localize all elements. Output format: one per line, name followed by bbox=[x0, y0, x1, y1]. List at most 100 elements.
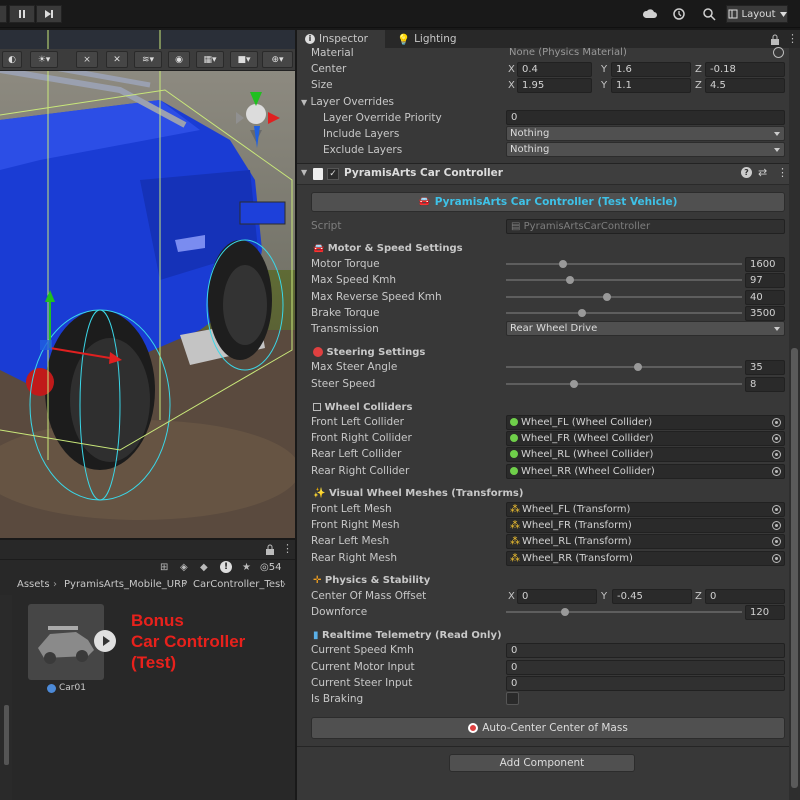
com-x-field[interactable]: 0 bbox=[517, 589, 597, 604]
slider-value-field[interactable]: 3500 bbox=[745, 306, 785, 321]
lock-icon[interactable] bbox=[770, 34, 780, 45]
search-icon[interactable] bbox=[702, 7, 716, 21]
pause-button[interactable] bbox=[9, 5, 35, 23]
include-layers-dropdown[interactable]: Nothing bbox=[506, 126, 785, 141]
lock-icon[interactable] bbox=[265, 544, 275, 555]
slider-track[interactable] bbox=[506, 363, 742, 371]
gizmos-button[interactable]: ⊕▾ bbox=[262, 51, 293, 68]
layout-dropdown[interactable]: Layout bbox=[726, 5, 788, 23]
object-picker-icon[interactable] bbox=[772, 505, 781, 514]
slider-track[interactable] bbox=[506, 276, 742, 284]
exclude-layers-dropdown[interactable]: Nothing bbox=[506, 142, 785, 157]
collider-object-field[interactable]: Wheel_FL (Wheel Collider) bbox=[506, 415, 785, 430]
transmission-dropdown[interactable]: Rear Wheel Drive bbox=[506, 321, 785, 336]
mesh-object-field[interactable]: ⁂ Wheel_FL (Transform) bbox=[506, 502, 785, 517]
object-picker-icon[interactable] bbox=[772, 554, 781, 563]
slider-knob[interactable] bbox=[565, 276, 574, 284]
collider-object-field[interactable]: Wheel_RL (Wheel Collider) bbox=[506, 447, 785, 462]
object-picker-icon[interactable] bbox=[773, 47, 784, 58]
material-value[interactable]: None (Physics Material) bbox=[509, 45, 627, 61]
history-icon[interactable] bbox=[672, 7, 686, 21]
object-picker-icon[interactable] bbox=[772, 467, 781, 476]
draw-mode-button[interactable]: ◐ bbox=[2, 51, 22, 68]
mesh-object-field[interactable]: ⁂ Wheel_RR (Transform) bbox=[506, 551, 785, 566]
asset-label[interactable]: Car01 bbox=[47, 683, 86, 693]
prefab-open-button[interactable] bbox=[94, 630, 116, 652]
slider-value-field[interactable]: 1600 bbox=[745, 257, 785, 272]
menu-dots-icon[interactable]: ⋮ bbox=[282, 543, 293, 555]
menu-dots-icon[interactable]: ⋮ bbox=[777, 166, 788, 179]
favorite-star-icon[interactable]: ★ bbox=[242, 562, 251, 573]
downforce-slider[interactable] bbox=[506, 608, 742, 616]
slider-track[interactable] bbox=[506, 293, 742, 301]
component-header[interactable]: ▼ ✓ PyramisArts Car Controller ? ⇄ ⋮ bbox=[297, 163, 800, 185]
collider-object-field[interactable]: Wheel_FR (Wheel Collider) bbox=[506, 431, 785, 446]
scene-visibility-button[interactable]: ≋▾ bbox=[134, 51, 162, 68]
audio-toggle[interactable]: ⨯ bbox=[76, 51, 98, 68]
breadcrumb-pyramisarts[interactable]: PyramisArts_Mobile_URP bbox=[64, 579, 187, 590]
layer-overrides-foldout[interactable]: ▼ Layer Overrides bbox=[301, 94, 394, 110]
priority-field[interactable]: 0 bbox=[506, 110, 785, 125]
lighting-toggle[interactable]: ☀▾ bbox=[30, 51, 58, 68]
collider-object-field[interactable]: Wheel_RR (Wheel Collider) bbox=[506, 464, 785, 479]
size-y-field[interactable]: 1.1 bbox=[611, 78, 691, 93]
slider-knob[interactable] bbox=[577, 309, 586, 317]
cloud-icon[interactable] bbox=[642, 7, 658, 21]
menu-dots-icon[interactable]: ⋮ bbox=[787, 33, 798, 45]
object-picker-icon[interactable] bbox=[772, 537, 781, 546]
center-y-field[interactable]: 1.6 bbox=[611, 62, 691, 77]
slider-knob[interactable] bbox=[561, 608, 569, 616]
breadcrumb-carcontroller-test[interactable]: CarController_Test bbox=[193, 579, 284, 590]
slider-knob[interactable] bbox=[558, 260, 567, 268]
play-button-partial[interactable] bbox=[0, 5, 7, 23]
visible-count[interactable]: ◎54 bbox=[260, 562, 281, 573]
is-braking-checkbox[interactable] bbox=[506, 692, 519, 705]
scrollbar-thumb[interactable] bbox=[4, 705, 9, 765]
size-z-field[interactable]: 4.5 bbox=[705, 78, 785, 93]
inspector-scrollbar[interactable] bbox=[789, 48, 800, 800]
tag-icon[interactable]: ◆ bbox=[200, 562, 208, 573]
slider-value-field[interactable]: 8 bbox=[745, 377, 785, 392]
collider-label: Rear Right Collider bbox=[311, 465, 410, 477]
object-picker-icon[interactable] bbox=[772, 418, 781, 427]
camera-button[interactable]: ■▾ bbox=[230, 51, 258, 68]
object-picker-icon[interactable] bbox=[772, 521, 781, 530]
center-x-field[interactable]: 0.4 bbox=[517, 62, 592, 77]
slider-value-field[interactable]: 40 bbox=[745, 290, 785, 305]
com-z-field[interactable]: 0 bbox=[705, 589, 785, 604]
hidden-objects-toggle[interactable]: ◉ bbox=[168, 51, 190, 68]
enabled-checkbox[interactable]: ✓ bbox=[327, 168, 339, 180]
object-picker-icon[interactable] bbox=[772, 450, 781, 459]
grid-button[interactable]: ▦▾ bbox=[196, 51, 224, 68]
mesh-object-field[interactable]: ⁂ Wheel_FR (Transform) bbox=[506, 518, 785, 533]
slider-track[interactable] bbox=[506, 309, 742, 317]
size-x-field[interactable]: 1.95 bbox=[517, 78, 592, 93]
breadcrumb-assets[interactable]: Assets bbox=[17, 579, 50, 590]
com-y-field[interactable]: -0.45 bbox=[612, 589, 692, 604]
step-button[interactable] bbox=[36, 5, 62, 23]
mesh-object-field[interactable]: ⁂ Wheel_RL (Transform) bbox=[506, 534, 785, 549]
slider-track[interactable] bbox=[506, 380, 742, 388]
folder-tree-scroll[interactable] bbox=[0, 595, 12, 800]
telemetry-label: Current Steer Input bbox=[311, 677, 413, 689]
downforce-field[interactable]: 120 bbox=[745, 605, 785, 620]
tab-lighting[interactable]: 💡 Lighting bbox=[389, 30, 465, 48]
presets-icon[interactable]: ⇄ bbox=[758, 166, 767, 179]
auto-center-button[interactable]: Auto-Center Center of Mass bbox=[311, 717, 785, 739]
fx-toggle[interactable]: ✕ bbox=[106, 51, 128, 68]
help-icon[interactable]: ? bbox=[741, 167, 752, 178]
priority-label: Layer Override Priority bbox=[323, 112, 442, 124]
search-by-type-icon[interactable]: ⊞ bbox=[160, 562, 168, 573]
center-z-field[interactable]: -0.18 bbox=[705, 62, 785, 77]
object-picker-icon[interactable] bbox=[772, 434, 781, 443]
asset-thumbnail[interactable] bbox=[28, 604, 116, 680]
slider-track[interactable] bbox=[506, 260, 742, 268]
search-by-label-icon[interactable]: ◈ bbox=[180, 562, 188, 573]
slider-value-field[interactable]: 97 bbox=[745, 273, 785, 288]
warning-icon[interactable]: ! bbox=[220, 561, 232, 573]
scrollbar-thumb[interactable] bbox=[791, 348, 798, 788]
slider-value-field[interactable]: 35 bbox=[745, 360, 785, 375]
scene-view[interactable] bbox=[0, 30, 295, 538]
header-title-button[interactable]: 🚘 PyramisArts Car Controller (Test Vehic… bbox=[311, 192, 785, 212]
add-component-button[interactable]: Add Component bbox=[449, 754, 635, 772]
